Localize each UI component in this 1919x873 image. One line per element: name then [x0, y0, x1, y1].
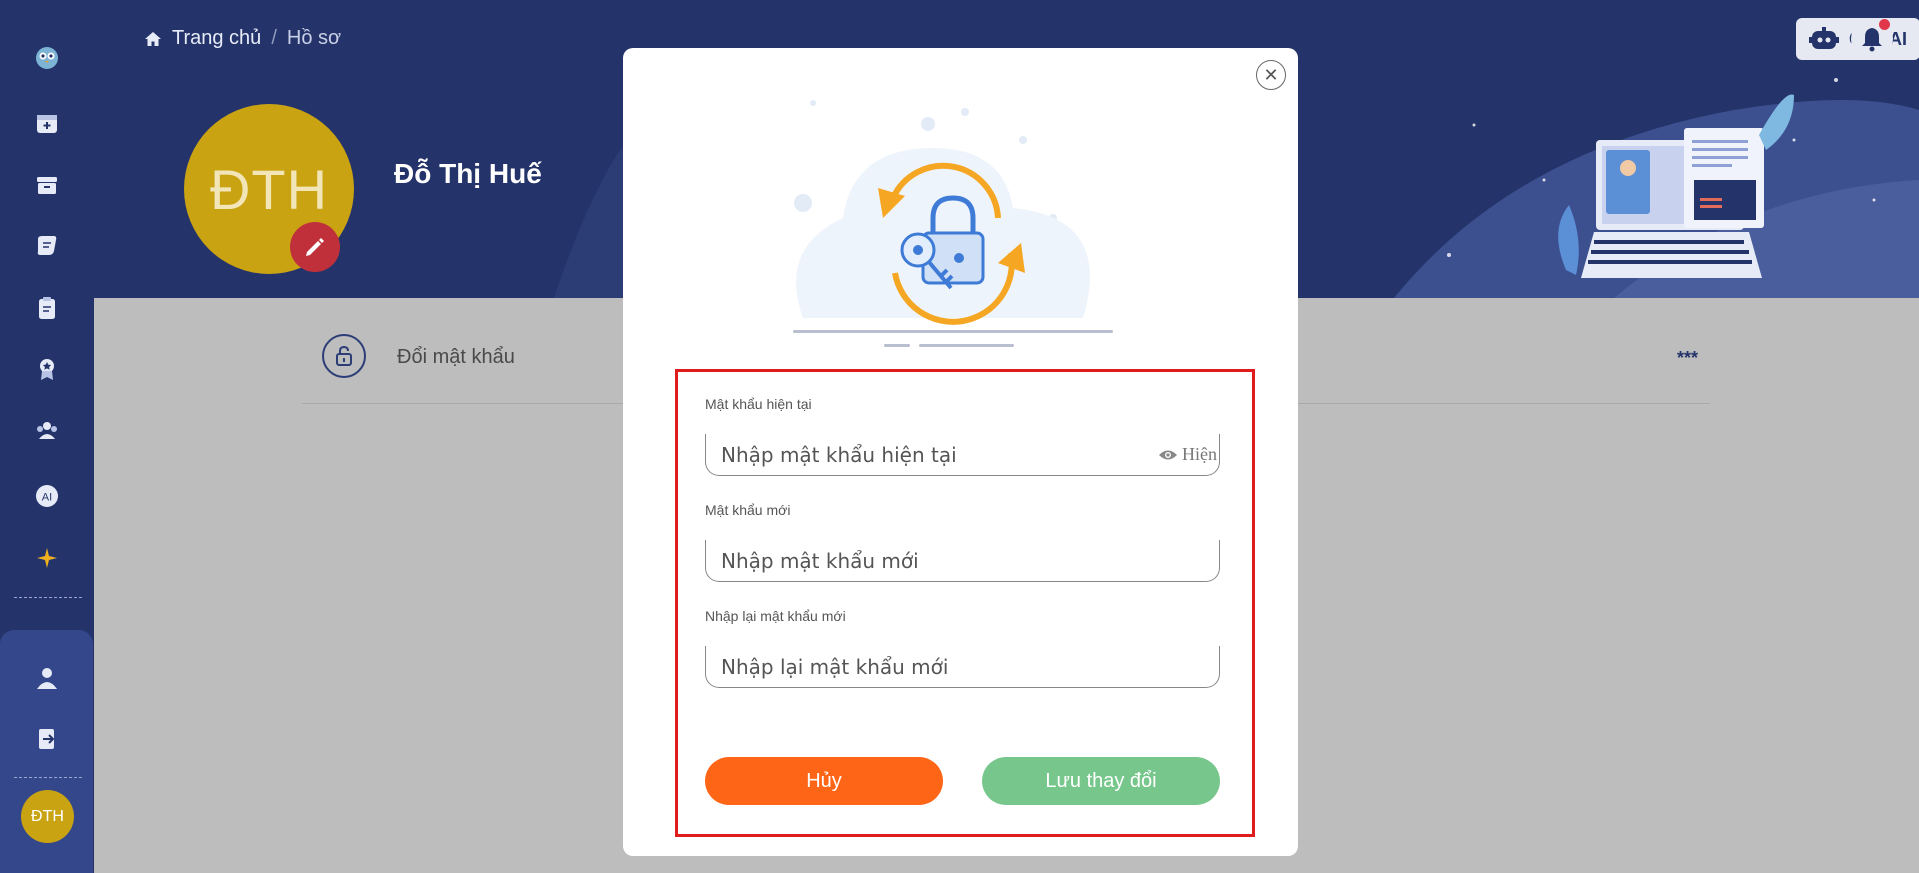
change-password-modal: ✕ Mật khẩu hiện tại Nhập mật khẩu hiện t… — [623, 48, 1298, 856]
breadcrumb-separator: / — [271, 27, 277, 49]
user-icon[interactable] — [28, 659, 66, 697]
breadcrumb-home[interactable]: Trang chủ — [172, 27, 261, 50]
current-password-placeholder: Nhập mật khẩu hiện tại — [721, 442, 957, 467]
new-password-placeholder: Nhập mật khẩu mới — [721, 548, 919, 573]
new-password-input[interactable]: Nhập mật khẩu mới — [705, 540, 1220, 582]
notification-dot — [1879, 19, 1890, 30]
sidebar-divider-bottom — [14, 777, 82, 778]
current-password-input[interactable]: Nhập mật khẩu hiện tại Hiện — [705, 434, 1220, 476]
show-password-label: Hiện — [1182, 444, 1217, 464]
new-password-label: Mật khẩu mới — [705, 502, 791, 518]
cancel-button[interactable]: Hủy — [705, 757, 943, 805]
confirm-password-input[interactable]: Nhập lại mật khẩu mới — [705, 646, 1220, 688]
change-password-label: Đổi mật khẩu — [397, 346, 515, 368]
current-password-label: Mật khẩu hiện tại — [705, 396, 812, 412]
logo-icon[interactable] — [28, 38, 66, 76]
svg-text:AI: AI — [42, 492, 52, 504]
archive-icon[interactable] — [28, 166, 66, 204]
robot-icon — [1809, 27, 1839, 49]
sidebar: AI ĐTH — [0, 0, 94, 873]
award-icon[interactable] — [28, 350, 66, 388]
unlock-icon — [322, 334, 366, 378]
show-password-toggle[interactable]: Hiện — [1158, 444, 1217, 465]
save-changes-button[interactable]: Lưu thay đổi — [982, 757, 1220, 805]
sidebar-divider — [14, 597, 82, 598]
close-icon[interactable]: ✕ — [1256, 60, 1286, 90]
bell-icon — [1862, 28, 1882, 52]
pencil-icon — [306, 238, 324, 256]
ai-icon[interactable]: AI — [28, 477, 66, 515]
password-mask: *** — [1676, 348, 1698, 368]
chat-icon[interactable] — [28, 227, 66, 265]
breadcrumb: Trang chủ / Hồ sơ — [144, 27, 341, 50]
group-icon[interactable] — [28, 412, 66, 450]
password-reset-illustration — [793, 100, 1113, 347]
password-form: Mật khẩu hiện tại Nhập mật khẩu hiện tại… — [675, 369, 1255, 837]
confirm-password-placeholder: Nhập lại mật khẩu mới — [721, 654, 949, 679]
logout-icon[interactable] — [28, 720, 66, 758]
calendar-add-icon[interactable] — [28, 104, 66, 142]
profile-name: Đỗ Thị Huế — [394, 158, 542, 189]
edit-avatar-button[interactable] — [290, 222, 340, 272]
sparkle-icon[interactable] — [28, 539, 66, 577]
confirm-password-label: Nhập lại mật khẩu mới — [705, 608, 846, 624]
home-icon — [145, 31, 161, 46]
sidebar-avatar[interactable]: ĐTH — [21, 790, 74, 843]
clipboard-icon[interactable] — [28, 289, 66, 327]
breadcrumb-current: Hồ sơ — [286, 27, 342, 49]
eye-icon — [1159, 450, 1177, 459]
